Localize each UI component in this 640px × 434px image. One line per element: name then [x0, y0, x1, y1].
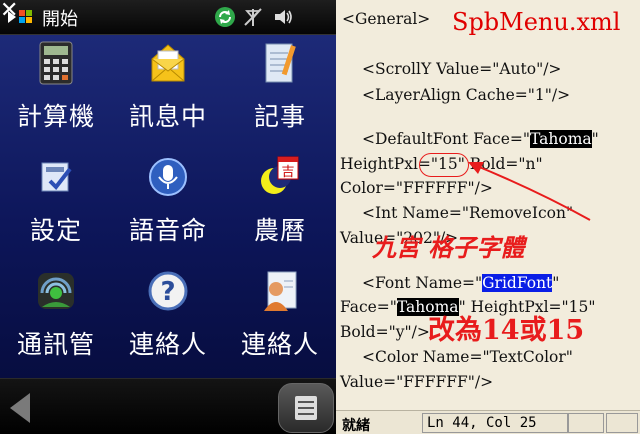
- change-size-annotation: 改為14或15: [428, 315, 585, 346]
- tile-help[interactable]: ? 連絡人: [112, 263, 224, 377]
- start-menu-grid: 計算機 訊息中 記事 設定 語音命 吉 農曆 通訊管 ? 連絡人 連絡人: [0, 35, 336, 378]
- svg-text:?: ?: [160, 277, 175, 307]
- tile-lunar-calendar[interactable]: 吉 農曆: [224, 149, 336, 263]
- voice-command-icon: [149, 158, 187, 196]
- code-text: <DefaultFont Face=": [362, 130, 531, 148]
- text-editor: <General> <ScrollY Value="Auto"/> <Layer…: [336, 0, 640, 434]
- tile-label: 連絡人: [240, 330, 319, 359]
- contacts-icon: [264, 271, 297, 311]
- code-area[interactable]: <General> <ScrollY Value="Auto"/> <Layer…: [336, 0, 640, 410]
- selected-text: Tahoma: [530, 130, 592, 148]
- title-bar: 開始 ✕: [0, 0, 336, 35]
- tile-contacts[interactable]: 連絡人: [224, 263, 336, 377]
- code-line: <LayerAlign Cache="1"/>: [362, 86, 571, 104]
- code-text: ": [552, 274, 560, 292]
- code-line: <ScrollY Value="Auto"/>: [362, 60, 562, 78]
- calendar-char: 吉: [281, 165, 294, 180]
- sync-icon[interactable]: [214, 6, 236, 28]
- code-line: <Font Name="GridFont": [362, 274, 559, 292]
- tile-label: 訊息中: [128, 102, 207, 131]
- file-title-annotation: SpbMenu.xml: [452, 8, 621, 36]
- signal-off-icon[interactable]: [242, 6, 264, 28]
- tile-label: 連絡人: [128, 330, 207, 359]
- arrow-annotation-icon: [468, 162, 591, 221]
- tile-calculator[interactable]: 計算機: [0, 35, 112, 149]
- windows-start-icon[interactable]: [6, 7, 36, 27]
- lunar-calendar-icon: 吉: [261, 156, 299, 194]
- code-line: Bold="y"/>: [340, 323, 430, 341]
- tile-label: 記事: [253, 102, 306, 131]
- status-bar: 就緒 Ln 44, Col 25: [336, 410, 640, 434]
- comm-manager-icon: [38, 273, 74, 309]
- phone-screen: 開始 ✕ 計算機 訊息中 記事 設定 語音命 吉 農曆 通訊管 ? 連絡人 連絡…: [0, 0, 336, 434]
- calculator-icon: [39, 41, 73, 85]
- status-cell: [568, 413, 604, 433]
- soft-key-bar: [0, 378, 336, 434]
- code-text: ": [591, 130, 599, 148]
- tile-notes[interactable]: 記事: [224, 35, 336, 149]
- tile-label: 設定: [29, 216, 82, 245]
- notes-icon: [265, 43, 296, 83]
- tile-comm-manager[interactable]: 通訊管: [0, 263, 112, 377]
- circle-annotation: [419, 153, 469, 177]
- menu-list-icon: [295, 396, 317, 420]
- cursor-position: Ln 44, Col 25: [422, 413, 568, 433]
- tile-messaging[interactable]: 訊息中: [112, 35, 224, 149]
- code-line: <DefaultFont Face="Tahoma": [362, 130, 599, 148]
- envelope-icon: [151, 44, 185, 82]
- status-ready: 就緒: [342, 418, 370, 434]
- tile-label: 農曆: [253, 216, 306, 245]
- tile-settings[interactable]: 設定: [0, 149, 112, 263]
- code-line: Value="FFFFFF"/>: [340, 373, 494, 391]
- menu-button[interactable]: [278, 383, 334, 433]
- code-text: Face=": [340, 298, 397, 316]
- code-line: <Color Name="TextColor": [362, 348, 573, 366]
- tile-label: 語音命: [128, 216, 207, 245]
- settings-icon: [41, 162, 72, 192]
- status-cell: [606, 413, 638, 433]
- tile-voice-command[interactable]: 語音命: [112, 149, 224, 263]
- back-arrow-icon[interactable]: [0, 383, 44, 433]
- help-icon: ?: [148, 271, 188, 311]
- tile-label: 通訊管: [16, 330, 95, 359]
- volume-icon[interactable]: [272, 6, 294, 28]
- selected-text: GridFont: [482, 274, 553, 292]
- screenshot-root: 開始 ✕ 計算機 訊息中 記事 設定 語音命 吉 農曆 通訊管 ? 連絡人 連絡…: [0, 0, 640, 434]
- start-label[interactable]: 開始: [42, 5, 78, 31]
- grid-font-annotation: 九宮 格子字體: [372, 233, 525, 262]
- code-line: <General>: [342, 10, 431, 28]
- tile-label: 計算機: [16, 102, 95, 131]
- code-text: <Font Name=": [362, 274, 483, 292]
